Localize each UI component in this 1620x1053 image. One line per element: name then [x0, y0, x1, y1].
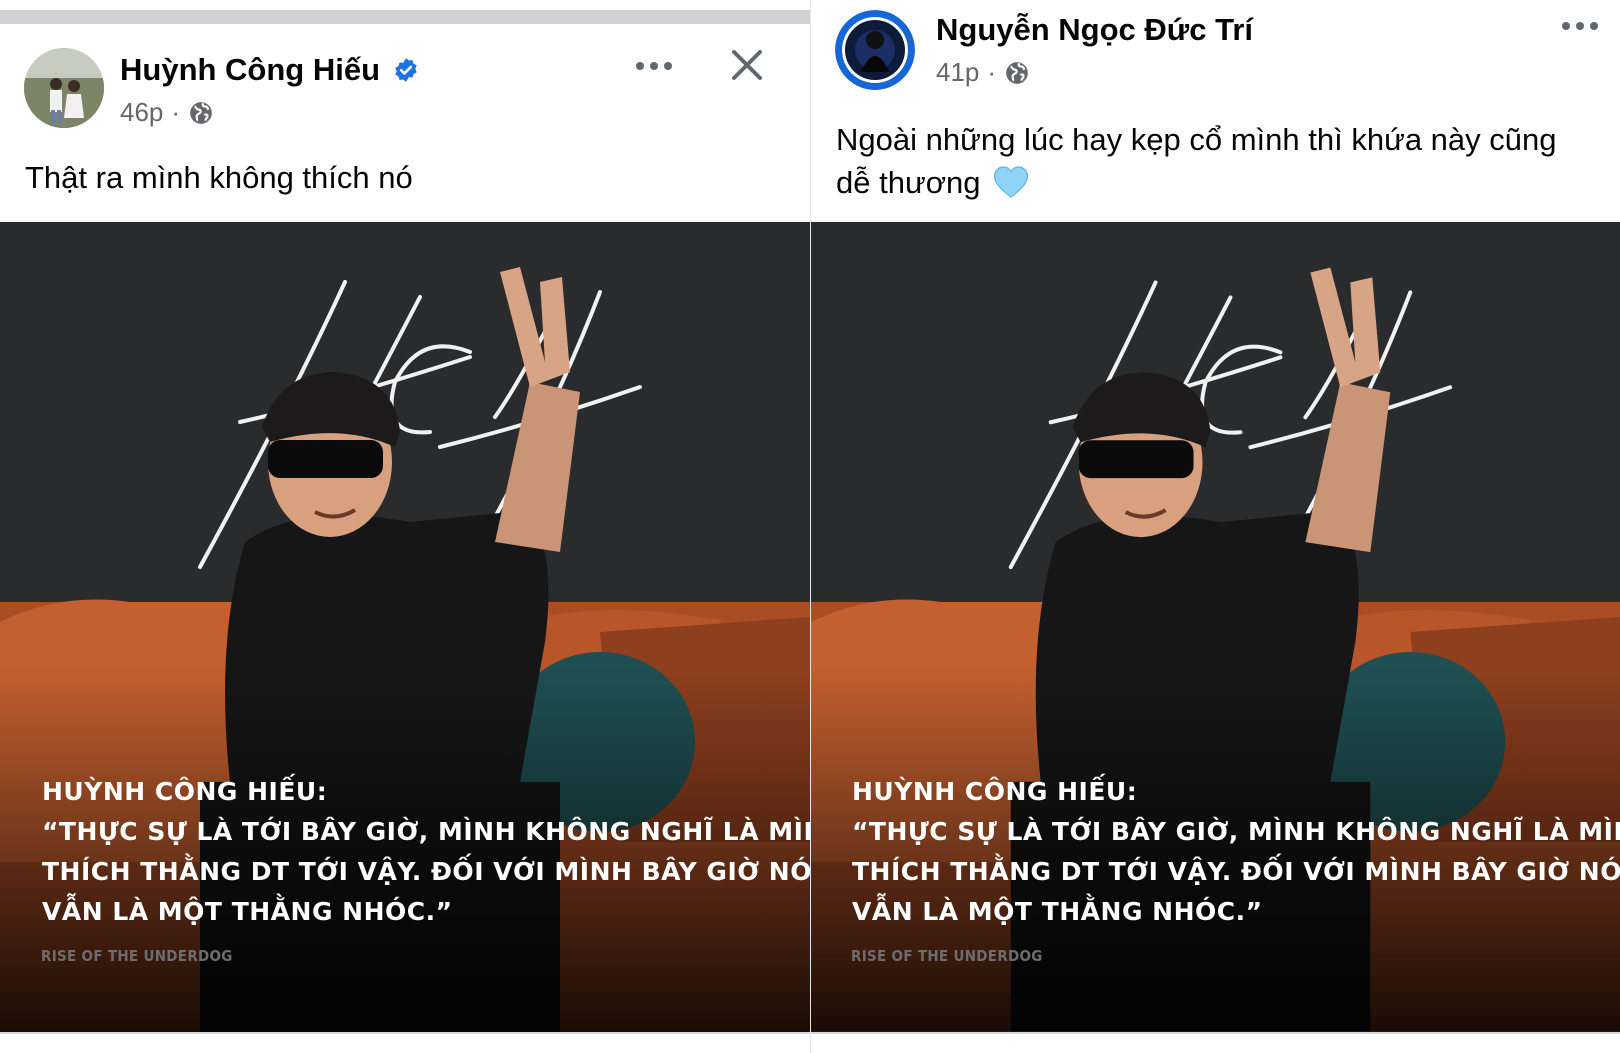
quote-line: VẪN LÀ MỘT THẰNG NHÓC.” [42, 897, 453, 926]
photo-tag: RISE OF THE UNDERDOG [851, 947, 1043, 965]
caption-line: Ngoài những lúc hay kẹp cổ mình thì khứa… [836, 122, 1557, 157]
divider [811, 1032, 1620, 1034]
author-avatar[interactable] [835, 10, 915, 90]
caption-line: dễ thương [836, 161, 1606, 204]
close-icon[interactable] [730, 48, 764, 87]
quote-line: THÍCH THẰNG DT TỚI VẬY. ĐỐI VỚI MÌNH BÂY… [42, 857, 810, 886]
post-photo[interactable]: HUỲNH CÔNG HIẾU: “THỰC SỰ LÀ TỚI BÂY GIỜ… [0, 222, 810, 1032]
more-options-icon[interactable] [1562, 22, 1598, 30]
photo-tag: RISE OF THE UNDERDOG [41, 947, 233, 965]
post-time[interactable]: 46p [120, 97, 163, 128]
verified-badge-icon [394, 58, 417, 82]
quote-line: THÍCH THẰNG DT TỚI VẬY. ĐỐI VỚI MÌNH BÂY… [852, 857, 1620, 886]
photo-quote: HUỲNH CÔNG HIẾU: “THỰC SỰ LÀ TỚI BÂY GIỜ… [852, 772, 1620, 932]
post-photo[interactable]: HUỲNH CÔNG HIẾU: “THỰC SỰ LÀ TỚI BÂY GIỜ… [811, 222, 1620, 1032]
author-name[interactable]: Huỳnh Công Hiếu [120, 52, 419, 88]
post-meta: 46p · [120, 97, 214, 128]
author-avatar[interactable] [24, 48, 104, 128]
post-nguyen-ngoc-duc-tri: Nguyễn Ngọc Đức Trí 41p · Ngoài những lú… [811, 0, 1620, 1053]
post-time[interactable]: 41p [936, 57, 979, 88]
post-huynh-cong-hieu: Huỳnh Công Hiếu 46p · Thật ra mình không… [0, 24, 810, 1053]
post-meta: 41p · [936, 57, 1030, 88]
quote-line: “THỰC SỰ LÀ TỚI BÂY GIỜ, MÌNH KHÔNG NGHĨ… [852, 817, 1620, 846]
post-caption: Ngoài những lúc hay kẹp cổ mình thì khứa… [836, 118, 1606, 204]
globe-icon [190, 101, 212, 124]
post-caption: Thật ra mình không thích nó [25, 160, 413, 195]
quote-line: HUỲNH CÔNG HIẾU: [42, 777, 328, 806]
quote-line: HUỲNH CÔNG HIẾU: [852, 777, 1138, 806]
more-options-icon[interactable] [636, 62, 672, 70]
divider [0, 1032, 810, 1034]
light-blue-heart-icon [994, 166, 1029, 198]
globe-icon [1006, 61, 1028, 84]
photo-quote: HUỲNH CÔNG HIẾU: “THỰC SỰ LÀ TỚI BÂY GIỜ… [42, 772, 810, 932]
top-scroll-bar [0, 10, 810, 24]
quote-line: “THỰC SỰ LÀ TỚI BÂY GIỜ, MÌNH KHÔNG NGHĨ… [42, 817, 810, 846]
author-name[interactable]: Nguyễn Ngọc Đức Trí [936, 12, 1253, 48]
quote-line: VẪN LÀ MỘT THẰNG NHÓC.” [852, 897, 1263, 926]
